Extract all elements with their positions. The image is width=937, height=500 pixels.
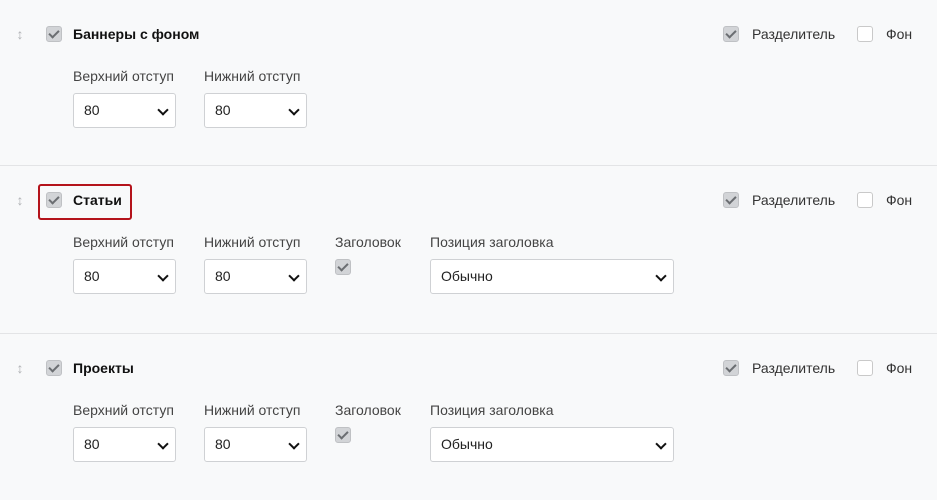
chevron-down-icon [157,269,169,282]
section-articles: ↕ Статьи Разделитель Фон Верхний отступ … [0,166,937,334]
chevron-down-icon [288,269,300,282]
divider-label: Разделитель [752,26,836,42]
section-enabled-checkbox[interactable] [46,26,62,42]
section-title: Проекты [73,360,134,376]
heading-checkbox[interactable] [335,259,351,275]
bottom-padding-value: 80 [215,268,231,284]
heading-position-value: Обычно [441,436,493,452]
background-checkbox[interactable] [857,360,873,376]
background-label: Фон [886,26,913,42]
top-padding-value: 80 [84,436,100,452]
top-padding-value: 80 [84,268,100,284]
bottom-padding-value: 80 [215,436,231,452]
heading-position-select[interactable]: Обычно [430,259,674,294]
bottom-padding-select[interactable]: 80 [204,259,307,294]
section-title: Баннеры с фоном [73,26,200,42]
top-padding-label: Верхний отступ [73,402,174,418]
divider-checkbox[interactable] [723,192,739,208]
section-projects: ↕ Проекты Разделитель Фон Верхний отступ… [0,334,937,500]
heading-label: Заголовок [335,402,401,418]
heading-position-select[interactable]: Обычно [430,427,674,462]
divider-checkbox[interactable] [723,26,739,42]
section-banners: ↕ Баннеры с фоном Разделитель Фон Верхни… [0,0,937,166]
top-padding-select[interactable]: 80 [73,427,176,462]
divider-checkbox[interactable] [723,360,739,376]
top-padding-label: Верхний отступ [73,68,174,84]
background-checkbox[interactable] [857,192,873,208]
section-enabled-checkbox[interactable] [46,192,62,208]
top-padding-value: 80 [84,102,100,118]
drag-handle-icon[interactable]: ↕ [14,26,26,42]
section-title: Статьи [73,192,122,208]
divider-label: Разделитель [752,192,836,208]
bottom-padding-label: Нижний отступ [204,234,301,250]
bottom-padding-select[interactable]: 80 [204,427,307,462]
chevron-down-icon [157,103,169,116]
bottom-padding-value: 80 [215,102,231,118]
heading-position-label: Позиция заголовка [430,234,554,250]
bottom-padding-label: Нижний отступ [204,68,301,84]
section-enabled-checkbox[interactable] [46,360,62,376]
background-checkbox[interactable] [857,26,873,42]
top-padding-select[interactable]: 80 [73,93,176,128]
heading-position-value: Обычно [441,268,493,284]
chevron-down-icon [288,103,300,116]
chevron-down-icon [157,437,169,450]
bottom-padding-label: Нижний отступ [204,402,301,418]
bottom-padding-select[interactable]: 80 [204,93,307,128]
drag-handle-icon[interactable]: ↕ [14,192,26,208]
chevron-down-icon [288,437,300,450]
background-label: Фон [886,192,913,208]
chevron-down-icon [655,269,667,282]
heading-label: Заголовок [335,234,401,250]
chevron-down-icon [655,437,667,450]
top-padding-select[interactable]: 80 [73,259,176,294]
heading-position-label: Позиция заголовка [430,402,554,418]
heading-checkbox[interactable] [335,427,351,443]
drag-handle-icon[interactable]: ↕ [14,360,26,376]
divider-label: Разделитель [752,360,836,376]
background-label: Фон [886,360,913,376]
top-padding-label: Верхний отступ [73,234,174,250]
